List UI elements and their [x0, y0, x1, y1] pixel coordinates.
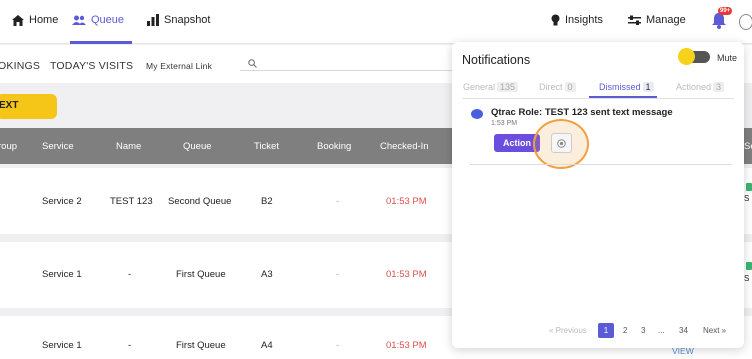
top-navigation: Home Queue Snapshot Insights Manage 99+: [0, 0, 752, 44]
nav-queue-label: Queue: [91, 14, 125, 26]
cell-ticket: A3: [261, 269, 273, 280]
pagination-page-1[interactable]: 1: [598, 323, 614, 338]
column-service[interactable]: Service: [42, 141, 74, 152]
notification-time: 1:53 PM: [491, 120, 518, 127]
pagination-page-3[interactable]: 3: [641, 326, 645, 335]
notifications-title: Notifications: [462, 53, 531, 67]
tab-bookings[interactable]: OKINGS: [0, 60, 40, 72]
mute-label: Mute: [717, 53, 738, 63]
status-indicator: [746, 262, 752, 270]
pagination-previous[interactable]: « Previous: [549, 326, 587, 335]
tab-actioned-count: 3: [713, 82, 725, 92]
column-booking[interactable]: Booking: [317, 141, 351, 152]
pagination-ellipsis: ...: [658, 326, 665, 335]
nav-home-label: Home: [29, 14, 59, 26]
notification-divider: [470, 164, 732, 165]
column-service-right[interactable]: Se: [744, 141, 752, 152]
tab-actioned[interactable]: Actioned 3: [676, 82, 725, 92]
tab-dismissed-label: Dismissed: [599, 82, 641, 92]
tab-general[interactable]: General 135: [463, 82, 519, 92]
cell-right-edge: S: [744, 194, 750, 203]
tab-actioned-label: Actioned: [676, 82, 712, 92]
search-icon[interactable]: [248, 59, 257, 68]
tab-direct-label: Direct: [539, 82, 563, 92]
tab-direct-count: 0: [564, 82, 576, 92]
cell-checked-in: 01:53 PM: [386, 196, 427, 207]
tab-external-link[interactable]: My External Link: [146, 61, 212, 71]
circle-target-icon: [557, 139, 566, 148]
avatar[interactable]: [739, 14, 752, 30]
tabs-divider: [462, 98, 734, 99]
nav-snapshot-label: Snapshot: [164, 14, 211, 26]
cell-service: Service 1: [42, 340, 82, 351]
pagination-next[interactable]: Next »: [703, 326, 726, 335]
pagination: « Previous 1 2 3 ... 34 Next »: [452, 323, 744, 339]
cell-name: -: [128, 340, 132, 351]
manage-label: Manage: [646, 14, 686, 26]
cell-queue: First Queue: [176, 340, 226, 351]
tab-general-count: 135: [497, 82, 519, 92]
notification-title: Qtrac Role: TEST 123 sent text message: [491, 107, 673, 118]
tab-todays-visits[interactable]: TODAY'S VISITS: [50, 60, 133, 72]
pagination-page-2[interactable]: 2: [623, 326, 627, 335]
manage-button[interactable]: Manage: [628, 14, 686, 26]
cell-checked-in: 01:53 PM: [386, 340, 427, 351]
pagination-page-34[interactable]: 34: [679, 326, 688, 335]
chat-bubble-icon: [471, 109, 483, 119]
cell-queue: First Queue: [176, 269, 226, 280]
column-group[interactable]: roup: [0, 141, 17, 152]
cell-booking: -: [336, 340, 340, 351]
toggle-knob: [678, 48, 695, 65]
tab-general-label: General: [463, 82, 496, 92]
tab-dismissed-count: 1: [642, 82, 654, 92]
cell-name: TEST 123: [110, 196, 153, 207]
cell-ticket: B2: [261, 196, 273, 207]
cell-booking: -: [336, 269, 340, 280]
home-icon: [12, 14, 24, 26]
column-ticket[interactable]: Ticket: [254, 141, 279, 152]
tab-direct[interactable]: Direct 0: [539, 82, 576, 92]
cell-right-edge: S: [744, 274, 750, 283]
bar-chart-icon: [147, 14, 159, 26]
insights-button[interactable]: Insights: [551, 14, 603, 26]
users-icon: [72, 15, 86, 25]
notification-count-badge: 99+: [718, 7, 733, 15]
column-name[interactable]: Name: [116, 141, 141, 152]
nav-snapshot[interactable]: Snapshot: [147, 14, 210, 26]
status-indicator: [746, 183, 752, 191]
column-queue[interactable]: Queue: [183, 141, 212, 152]
notifications-bell[interactable]: 99+: [711, 7, 733, 34]
mute-toggle[interactable]: [678, 48, 710, 65]
tab-dismissed[interactable]: Dismissed 1: [599, 82, 654, 92]
cell-booking: -: [336, 196, 340, 207]
cell-ticket: A4: [261, 340, 273, 351]
sliders-icon: [628, 15, 641, 25]
nav-active-indicator: [70, 41, 132, 44]
cell-service: Service 2: [42, 196, 82, 207]
insights-label: Insights: [565, 14, 603, 26]
lightbulb-icon: [551, 14, 560, 26]
notifications-panel: Notifications Mute General 135 Direct 0 Di…: [452, 42, 744, 348]
cell-queue: Second Queue: [168, 196, 232, 207]
nav-queue[interactable]: Queue: [72, 14, 124, 26]
cell-service: Service 1: [42, 269, 82, 280]
search-input[interactable]: [240, 70, 455, 71]
nav-home[interactable]: Home: [12, 14, 58, 26]
column-checked-in[interactable]: Checked-In: [380, 141, 429, 152]
cell-checked-in: 01:53 PM: [386, 269, 427, 280]
next-button[interactable]: EXT: [0, 94, 57, 119]
cell-name: -: [128, 269, 132, 280]
dismiss-button[interactable]: [551, 133, 572, 153]
